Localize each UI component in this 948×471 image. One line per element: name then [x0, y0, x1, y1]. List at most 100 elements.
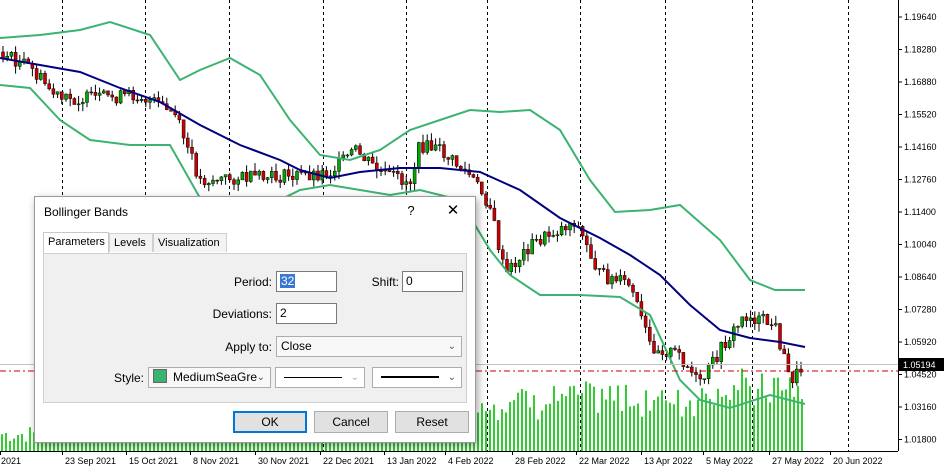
candle-body	[358, 145, 362, 155]
candle-body	[282, 169, 287, 183]
date-tick-label: 8 Nov 2021	[193, 456, 239, 466]
chevron-down-icon: ⌄	[256, 372, 265, 383]
candle-body	[34, 68, 39, 80]
candle-body	[765, 314, 770, 325]
candle-body	[538, 239, 543, 245]
candle-body	[459, 165, 463, 170]
candle-body	[396, 171, 400, 174]
candle-body	[702, 378, 707, 380]
candle-body	[400, 173, 404, 185]
candle-body	[286, 169, 291, 177]
candle-body	[614, 276, 618, 282]
date-tick-label: 13 Jan 2022	[387, 456, 437, 466]
candle-body	[564, 226, 568, 231]
candle-body	[706, 364, 711, 379]
candle-body	[76, 103, 81, 106]
tab-visualization[interactable]: Visualization	[153, 233, 227, 252]
candle-body	[589, 244, 593, 259]
candle-body	[139, 99, 144, 101]
candle-body	[526, 249, 530, 255]
candle-body	[711, 356, 715, 366]
candle-body	[790, 371, 795, 384]
period-label: Period:	[233, 275, 272, 289]
line-style-select[interactable]: ⌄	[275, 367, 365, 388]
candle-body	[307, 172, 312, 181]
dialog-titlebar[interactable]: Bollinger Bands ? ✕	[35, 197, 475, 225]
candle-body	[249, 170, 253, 182]
candle-body	[622, 275, 627, 280]
price-tick-label: 1.15520	[904, 110, 937, 120]
chevron-down-icon: ⌄	[447, 372, 456, 383]
tab-levels[interactable]: Levels	[109, 233, 153, 252]
candle-body	[782, 348, 786, 355]
candle-body	[501, 249, 505, 260]
candle-body	[736, 326, 740, 328]
candle-body	[240, 172, 245, 181]
candle-body	[496, 220, 501, 250]
candle-body	[43, 73, 47, 85]
candle-body	[114, 96, 119, 104]
candle-body	[265, 177, 270, 180]
candle-body	[559, 226, 564, 236]
tab-parameters[interactable]: Parameters	[43, 232, 109, 253]
current-price-tag: 1.05194	[899, 358, 944, 371]
price-tick-label: 1.03160	[904, 402, 937, 412]
candle-body	[89, 91, 93, 94]
candle-body	[761, 314, 765, 317]
candle-body	[274, 170, 278, 181]
candle-body	[618, 275, 623, 282]
help-button[interactable]: ?	[401, 201, 421, 221]
price-tick-label: 1.10040	[904, 240, 937, 250]
price-tick-label: 1.16880	[904, 77, 937, 87]
candle-body	[509, 262, 513, 272]
candle-body	[421, 142, 425, 153]
candle-body	[606, 269, 610, 285]
candle-body	[690, 366, 694, 373]
line-style-preview	[284, 377, 342, 378]
candle-body	[354, 145, 358, 150]
candle-body	[68, 93, 72, 99]
chevron-down-icon: ⌄	[447, 341, 456, 352]
candle-body	[60, 91, 64, 100]
candle-body	[492, 207, 497, 221]
candle-body	[370, 156, 375, 164]
candle-body	[694, 372, 698, 375]
candle-body	[118, 90, 123, 104]
period-input[interactable]: 32	[276, 271, 337, 292]
candle-body	[757, 315, 761, 324]
candle-body	[454, 155, 459, 167]
price-tick-label: 1.12760	[904, 175, 937, 185]
candle-body	[450, 155, 455, 160]
candle-body	[677, 349, 681, 353]
candle-body	[534, 239, 539, 241]
shift-input[interactable]: 0	[402, 271, 463, 292]
deviations-input[interactable]: 2	[276, 303, 337, 324]
candle-body	[299, 171, 303, 173]
cancel-button[interactable]: Cancel	[314, 411, 388, 433]
ok-button[interactable]: OK	[233, 411, 307, 433]
candle-body	[475, 176, 480, 183]
candle-body	[530, 239, 534, 255]
close-button[interactable]: ✕	[441, 200, 465, 222]
candle-body	[391, 171, 396, 173]
date-tick-label: 23 Sep 2021	[65, 456, 116, 466]
date-tick-label: 5 May 2022	[706, 456, 753, 466]
candle-body	[429, 140, 434, 151]
candle-body	[795, 368, 799, 384]
date-tick-label: 27 May 2022	[772, 456, 824, 466]
apply-to-select[interactable]: Close ⌄	[276, 336, 462, 357]
reset-button[interactable]: Reset	[395, 411, 469, 433]
style-color-select[interactable]: MediumSeaGre ⌄	[148, 367, 271, 388]
candle-body	[232, 179, 236, 185]
shift-label: Shift:	[371, 275, 399, 289]
candle-body	[9, 52, 14, 57]
price-tick-label: 1.05920	[904, 337, 937, 347]
candle-body	[215, 179, 219, 182]
candle-body	[244, 172, 249, 182]
date-tick-label: 22 Mar 2022	[579, 456, 630, 466]
line-width-select[interactable]: ⌄	[372, 367, 462, 388]
candle-body	[593, 258, 597, 270]
candle-body	[480, 181, 484, 195]
candle-body	[110, 94, 114, 98]
candle-body	[106, 90, 110, 96]
